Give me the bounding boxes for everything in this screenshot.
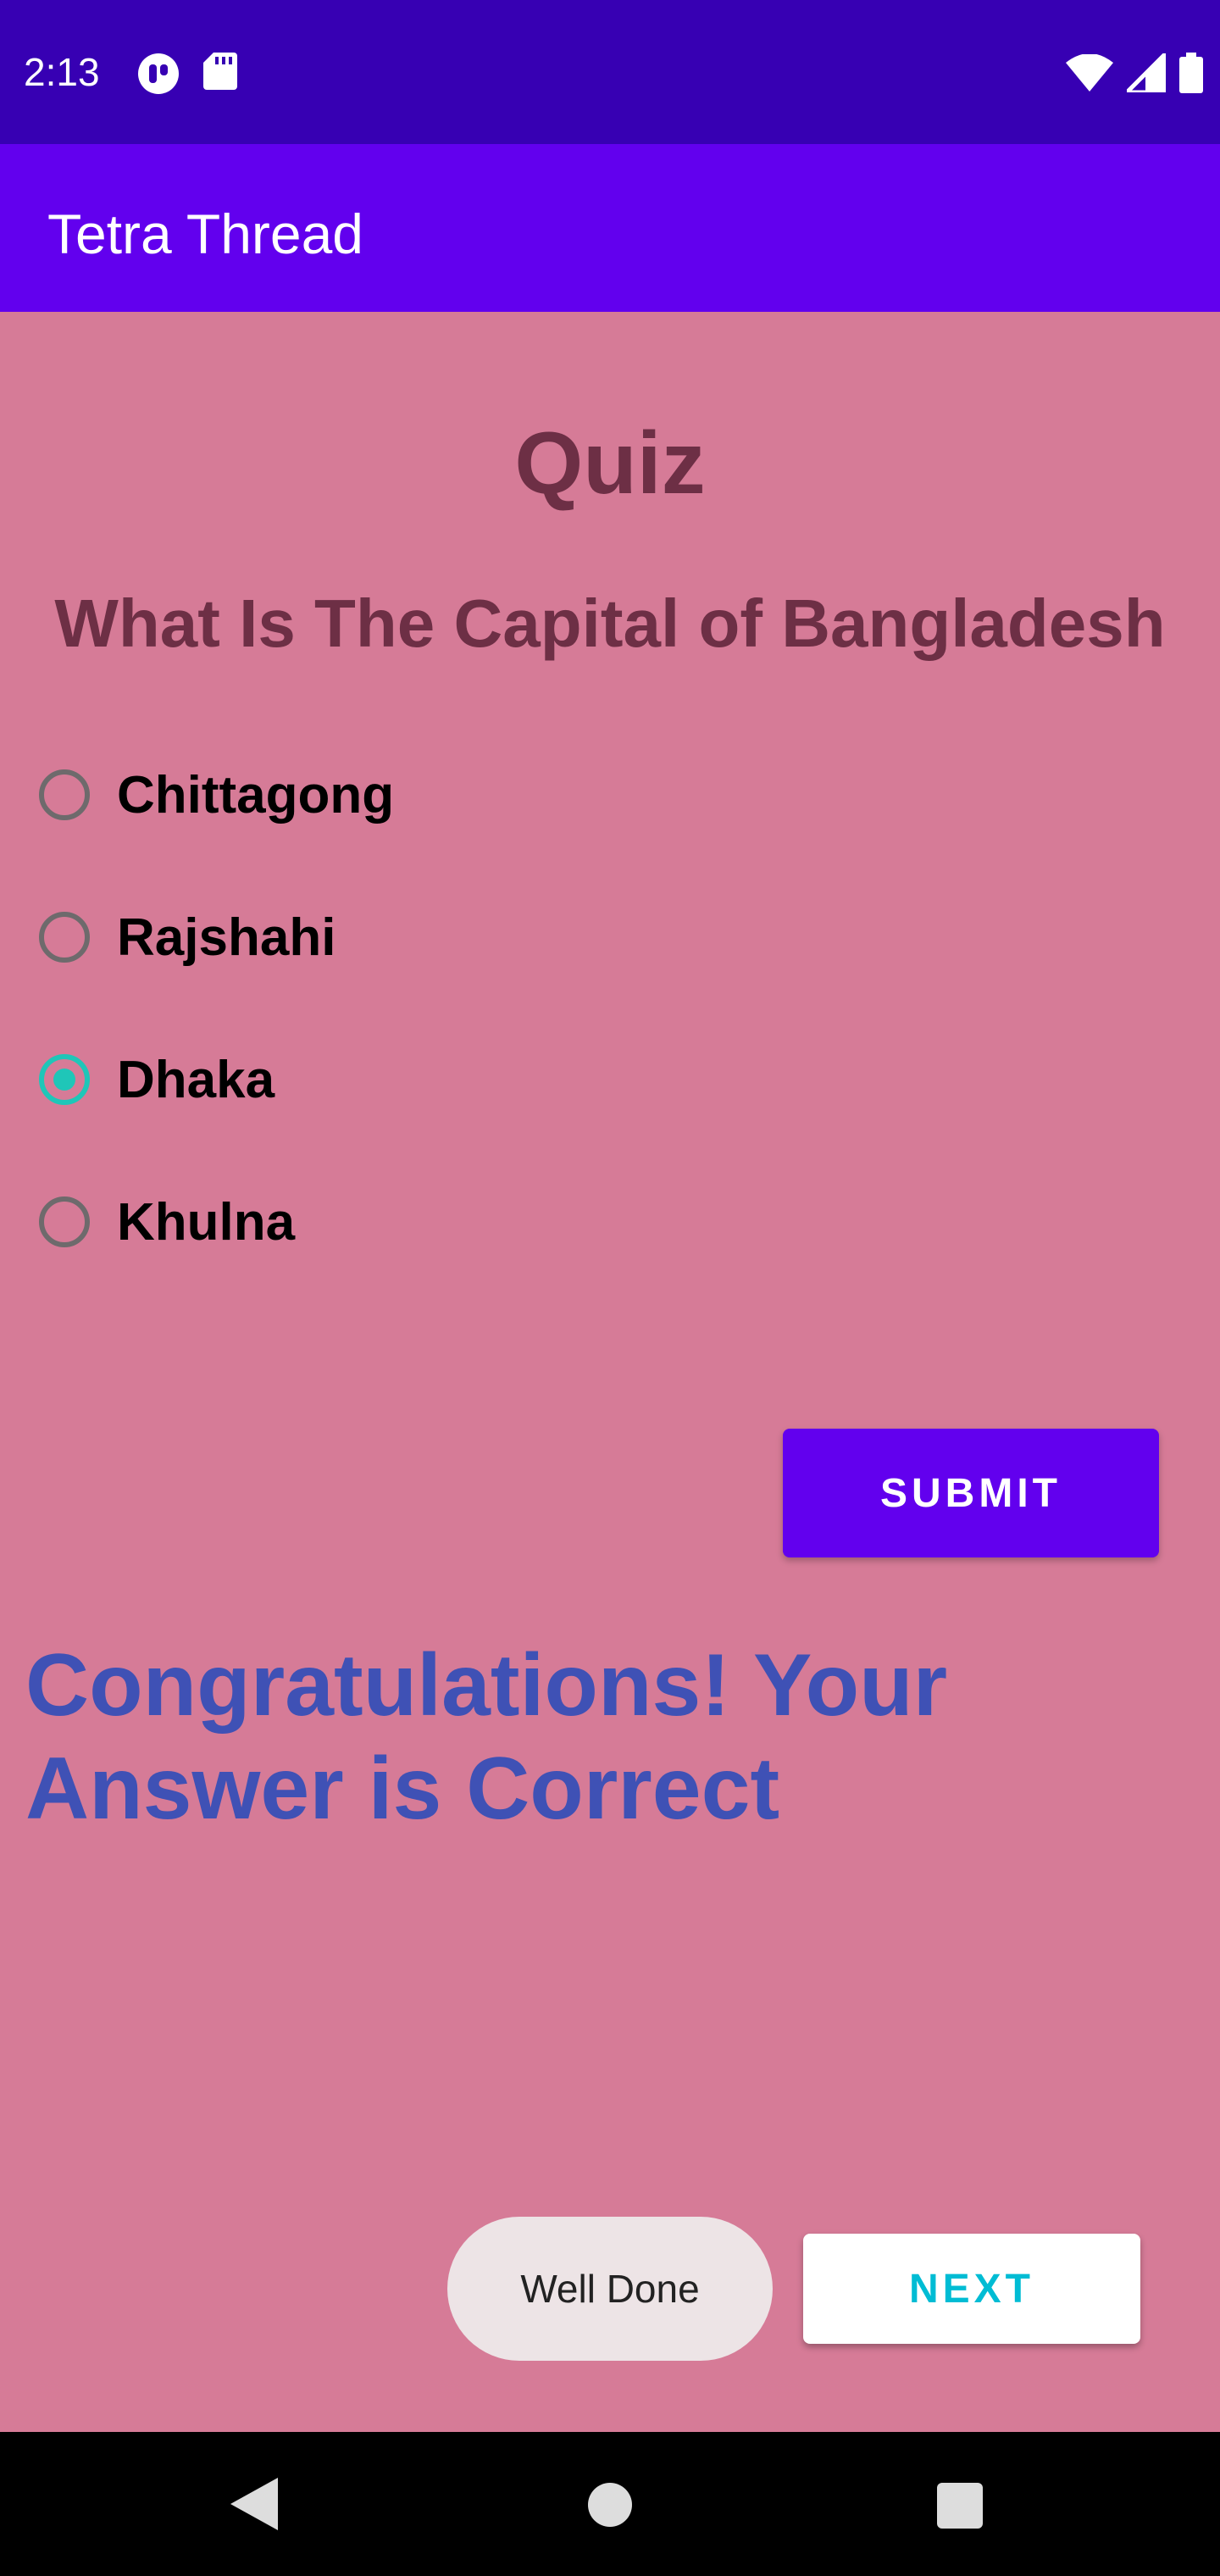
option-rajshahi[interactable]: Rajshahi [39, 895, 801, 980]
next-button[interactable]: NEXT [803, 2234, 1140, 2344]
question-text: What Is The Capital of Bangladesh [54, 586, 1166, 661]
radio-button-checked-icon[interactable] [39, 1054, 90, 1105]
radio-button-icon[interactable] [39, 1196, 90, 1247]
option-label: Khulna [117, 1192, 296, 1252]
app-title: Tetra Thread [47, 203, 363, 265]
quiz-screen: Quiz What Is The Capital of Bangladesh C… [0, 312, 1220, 2432]
sd-card-icon [203, 53, 237, 99]
vpn-key-icon [137, 53, 180, 99]
status-right-icons [1066, 47, 1203, 97]
option-label: Rajshahi [117, 908, 336, 967]
app-bar: Tetra Thread [0, 144, 1220, 312]
back-icon[interactable] [230, 2478, 278, 2534]
status-bar: 2:13 [0, 0, 1220, 144]
wifi-icon [1066, 53, 1113, 96]
option-label: Chittagong [117, 765, 395, 824]
option-chittagong[interactable]: Chittagong [39, 752, 801, 837]
battery-icon [1179, 53, 1203, 97]
option-label: Dhaka [117, 1050, 275, 1109]
status-left-icons [137, 53, 237, 99]
submit-button[interactable]: SUBMIT [783, 1429, 1159, 1557]
radio-button-icon[interactable] [39, 912, 90, 963]
option-dhaka[interactable]: Dhaka [39, 1037, 801, 1122]
status-time: 2:13 [24, 50, 100, 94]
navigation-bar [0, 2432, 1220, 2576]
recents-icon[interactable] [937, 2483, 983, 2529]
result-message: Congratulations! Your Answer is Correct [25, 1636, 948, 1838]
cell-signal-icon [1121, 47, 1168, 97]
toast-message: Well Done [447, 2217, 773, 2361]
option-khulna[interactable]: Khulna [39, 1180, 801, 1264]
home-icon[interactable] [588, 2483, 632, 2527]
quiz-title: Quiz [514, 414, 706, 513]
radio-button-icon[interactable] [39, 769, 90, 820]
